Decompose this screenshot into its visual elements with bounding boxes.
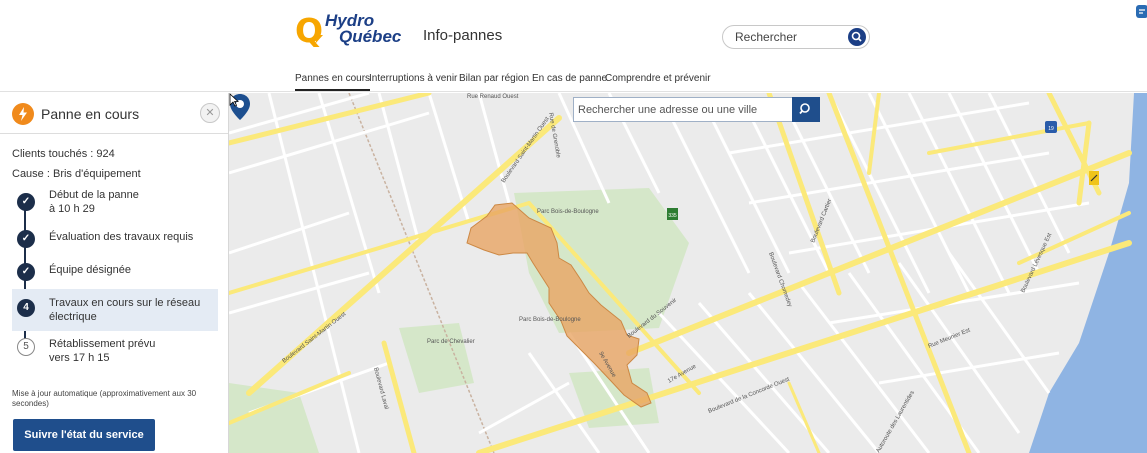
address-search-button[interactable] xyxy=(792,97,820,122)
search-input[interactable] xyxy=(735,29,843,45)
mouse-cursor-icon xyxy=(229,93,239,107)
step-equipe: ✓ Équipe désignée xyxy=(12,260,218,284)
cause-value: Bris d'équipement xyxy=(52,168,141,180)
hydro-quebec-logo[interactable]: Q Hydro Québec xyxy=(295,10,401,50)
label-parc-bois-de-boulogne: Parc Bois-de-Boulogne xyxy=(537,209,599,215)
follow-service-button[interactable]: Suivre l'état du service xyxy=(13,419,155,451)
app-name: Info-pannes xyxy=(423,27,503,44)
outage-map[interactable]: Rue Renaud Ouest Boulevard Saint-Martin … xyxy=(229,93,1147,453)
lightning-icon xyxy=(12,103,34,125)
step-sublabel: à 10 h 29 xyxy=(49,203,95,215)
address-search-input[interactable] xyxy=(578,102,788,118)
route-shield: 335 xyxy=(667,208,678,220)
svg-text:19: 19 xyxy=(1048,126,1054,132)
step-sublabel: électrique xyxy=(49,311,97,323)
step-label: Rétablissement prévu xyxy=(49,338,156,350)
label-parc-chevalier: Parc de Chevalier xyxy=(427,339,475,345)
step-sublabel: vers 17 h 15 xyxy=(49,352,110,364)
search-icon xyxy=(799,103,810,115)
map-canvas[interactable]: Rue Renaud Ouest Boulevard Saint-Martin … xyxy=(229,93,1147,453)
step-label: Équipe désignée xyxy=(49,264,131,276)
nav-en-cas-de-panne[interactable]: En cas de panne xyxy=(532,73,607,91)
feedback-icon[interactable] xyxy=(1134,3,1147,21)
nav-comprendre-et-prevenir[interactable]: Comprendre et prévenir xyxy=(605,73,711,91)
outage-cause: Cause : Bris d'équipement xyxy=(12,168,141,180)
svg-text:335: 335 xyxy=(668,213,677,219)
close-icon[interactable]: ✕ xyxy=(200,103,220,123)
step-label: Travaux en cours sur le réseau xyxy=(49,297,201,309)
check-icon: ✓ xyxy=(17,193,35,211)
nav-pannes-en-cours[interactable]: Pannes en cours xyxy=(295,73,371,91)
site-header: Q Hydro Québec Info-pannes Pannes en cou… xyxy=(0,0,1147,92)
step-label: Début de la panne xyxy=(49,189,139,201)
step-travaux-en-cours: 4 Travaux en cours sur le réseau électri… xyxy=(12,289,218,331)
bolt-icon xyxy=(313,30,323,44)
clients-affected: Clients touchés : 924 xyxy=(12,148,115,160)
check-icon: ✓ xyxy=(17,263,35,281)
step-number-badge: 4 xyxy=(17,299,35,317)
cause-label: Cause : xyxy=(12,168,50,180)
clients-value: 924 xyxy=(96,148,115,160)
app-window: Q Hydro Québec Info-pannes Pannes en cou… xyxy=(0,0,1147,453)
panel-header: Panne en cours ✕ xyxy=(0,93,228,134)
step-number-badge: 5 xyxy=(17,338,35,356)
nav-bilan-par-region[interactable]: Bilan par région xyxy=(459,73,529,91)
search-icon xyxy=(851,31,862,42)
nav-interruptions-a-venir[interactable]: Interruptions à venir xyxy=(369,73,457,91)
search-button[interactable] xyxy=(848,28,866,46)
exit-sign xyxy=(1089,171,1099,185)
header-search xyxy=(722,25,870,49)
clients-label: Clients touchés : xyxy=(12,148,94,160)
map-address-search xyxy=(573,97,793,122)
highway-shield: 19 xyxy=(1045,121,1057,133)
label-rue-renaud: Rue Renaud Ouest xyxy=(467,94,519,100)
label-parc-bois-de-boulogne-2: Parc Bois-de-Boulogne xyxy=(519,317,581,323)
logo-text-line2: Québec xyxy=(339,27,402,46)
panel-title: Panne en cours xyxy=(41,106,140,122)
auto-update-note: Mise à jour automatique (approximativeme… xyxy=(12,389,197,408)
step-evaluation: ✓ Évaluation des travaux requis xyxy=(12,227,218,251)
step-debut-panne: ✓ Début de la panne à 10 h 29 xyxy=(12,185,218,217)
step-label: Évaluation des travaux requis xyxy=(49,231,194,243)
check-icon: ✓ xyxy=(17,230,35,248)
step-retablissement: 5 Rétablissement prévu vers 17 h 15 xyxy=(12,336,218,368)
outage-panel: Panne en cours ✕ Clients touchés : 924 C… xyxy=(0,93,229,453)
